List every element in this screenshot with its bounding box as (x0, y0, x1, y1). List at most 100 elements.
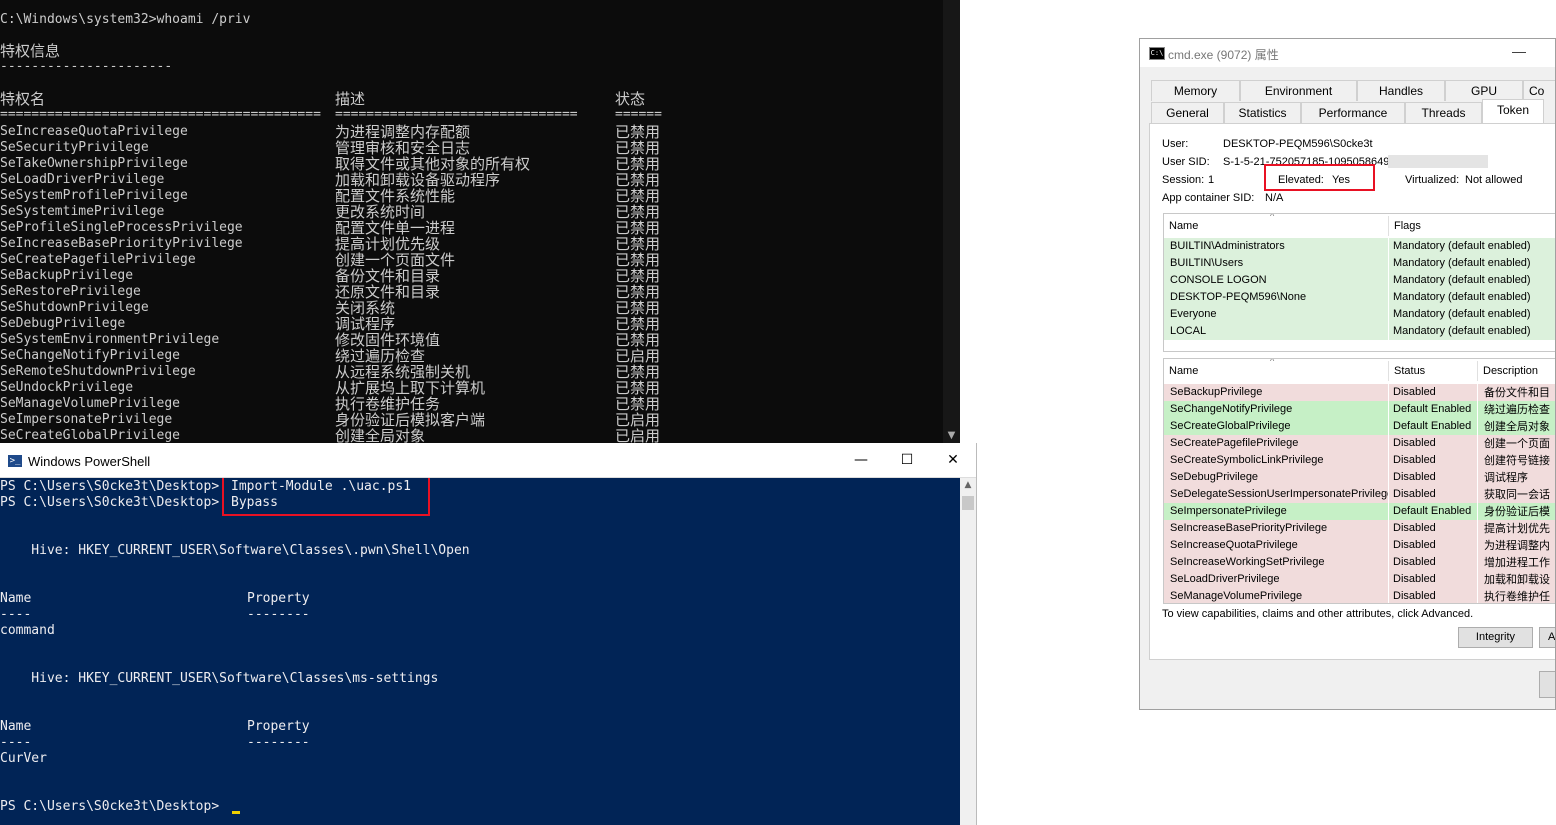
group-row[interactable]: LOCAL Mandatory (default enabled) (1164, 323, 1555, 340)
tab-memory[interactable]: Memory (1151, 80, 1240, 101)
cmd-sep-name: ========================================… (0, 107, 321, 122)
privilege-name: SeDelegateSessionUserImpersonatePrivileg… (1164, 486, 1388, 503)
cmd-command-line: C:\Windows\system32>whoami /priv (0, 12, 251, 27)
cmd-row-state: 已启用 (615, 411, 661, 429)
groups-header-flags[interactable]: Flags (1389, 216, 1555, 236)
cmd-row-state: 已禁用 (615, 315, 661, 333)
session-label: Session: (1162, 174, 1205, 186)
cmd-row-state: 已禁用 (615, 267, 661, 285)
dialog-button[interactable] (1539, 671, 1555, 698)
ps-col-property-2: Property (247, 719, 310, 734)
powershell-titlebar[interactable]: >_ Windows PowerShell — ☐ ✕ (0, 443, 976, 478)
powershell-console[interactable]: PS C:\Users\S0cke3t\Desktop> Import-Modu… (0, 478, 960, 825)
privs-header-status[interactable]: Status (1389, 361, 1478, 381)
properties-titlebar[interactable]: C:\ cmd.exe (9072) 属性 — (1140, 39, 1555, 67)
minimize-button[interactable]: — (1512, 43, 1526, 59)
scroll-down-icon[interactable]: ▼ (943, 430, 960, 441)
privilege-row[interactable]: SeImpersonatePrivilege Default Enabled 身份验… (1164, 503, 1555, 520)
group-row[interactable]: DESKTOP-PEQM596\None Mandatory (default e… (1164, 289, 1555, 306)
cmd-row-name: SeRestorePrivilege (0, 284, 141, 299)
cmd-window[interactable]: C:\Windows\system32>whoami /priv 特权信息 --… (0, 0, 960, 443)
privilege-row[interactable]: SeIncreaseBasePriorityPrivilege Disabled 提… (1164, 520, 1555, 537)
tab-environment[interactable]: Environment (1240, 80, 1357, 101)
highlight-box (222, 478, 430, 516)
group-name: BUILTIN\Users (1164, 255, 1388, 272)
cmd-row-name: SeSecurityPrivilege (0, 140, 149, 155)
group-flags: Mandatory (default enabled) (1389, 289, 1555, 306)
scroll-up-icon[interactable]: ▲ (960, 480, 976, 490)
privilege-row[interactable]: SeBackupPrivilege Disabled 备份文件和目 (1164, 384, 1555, 401)
cmd-scrollbar[interactable]: ▼ (943, 0, 960, 443)
ps-prompt-1: PS C:\Users\S0cke3t\Desktop> (0, 479, 220, 494)
cmd-sep-state: ====== (615, 107, 662, 122)
cmd-row-desc: 配置文件系统性能 (335, 187, 456, 205)
groups-list[interactable]: Name Flags ^ BUILTIN\Administrators Manda… (1163, 213, 1555, 352)
tab-general[interactable]: General (1151, 102, 1224, 123)
cmd-row-state: 已禁用 (615, 251, 661, 269)
tab-comment[interactable]: Co (1523, 80, 1555, 101)
properties-dialog[interactable]: C:\ cmd.exe (9072) 属性 — Memory Environme… (1139, 38, 1556, 710)
tab-gpu[interactable]: GPU (1445, 80, 1523, 101)
groups-header-name[interactable]: Name (1164, 216, 1389, 236)
privilege-row[interactable]: SeCreatePagefilePrivilege Disabled 创建一个页面 (1164, 435, 1555, 452)
cmd-row-desc: 取得文件或其他对象的所有权 (335, 155, 531, 173)
tab-threads[interactable]: Threads (1405, 102, 1482, 123)
group-row[interactable]: BUILTIN\Administrators Mandatory (default… (1164, 238, 1555, 255)
privilege-row[interactable]: SeCreateGlobalPrivilege Default Enabled 创建… (1164, 418, 1555, 435)
group-flags: Mandatory (default enabled) (1389, 272, 1555, 289)
properties-title: cmd.exe (9072) 属性 (1168, 48, 1279, 62)
privilege-row[interactable]: SeChangeNotifyPrivilege Default Enabled 绕过… (1164, 401, 1555, 418)
cmd-row-name: SeIncreaseQuotaPrivilege (0, 124, 188, 139)
maximize-button[interactable]: ☐ (892, 449, 922, 471)
group-name: LOCAL (1164, 323, 1388, 340)
group-row[interactable]: Everyone Mandatory (default enabled) (1164, 306, 1555, 323)
tab-handles[interactable]: Handles (1357, 80, 1445, 101)
privilege-row[interactable]: SeDelegateSessionUserImpersonatePrivileg… (1164, 486, 1555, 503)
group-row[interactable]: BUILTIN\Users Mandatory (default enabled) (1164, 255, 1555, 272)
cmd-row-name: SeUndockPrivilege (0, 380, 134, 395)
privs-header-description[interactable]: Description (1478, 361, 1555, 381)
privilege-name: SeIncreaseWorkingSetPrivilege (1164, 554, 1388, 571)
tab-statistics[interactable]: Statistics (1224, 102, 1301, 123)
powershell-window[interactable]: >_ Windows PowerShell — ☐ ✕ PS C:\Users\… (0, 443, 977, 825)
tab-performance[interactable]: Performance (1301, 102, 1405, 123)
privilege-row[interactable]: SeDebugPrivilege Disabled 调试程序 (1164, 469, 1555, 486)
text-cursor (232, 811, 240, 814)
cmd-row-desc: 从远程系统强制关机 (335, 363, 471, 381)
user-value: DESKTOP-PEQM596\S0cke3t (1223, 138, 1373, 150)
privilege-description: 获取同一会话 (1478, 486, 1555, 503)
privileges-list[interactable]: Name Status Description ^ SeBackupPrivil… (1163, 358, 1555, 604)
cmd-row-name: SeSystemEnvironmentPrivilege (0, 332, 220, 347)
privilege-row[interactable]: SeIncreaseQuotaPrivilege Disabled 为进程调整内 (1164, 537, 1555, 554)
advanced-button[interactable]: A (1539, 627, 1555, 648)
privilege-row[interactable]: SeCreateSymbolicLinkPrivilege Disabled 创建符… (1164, 452, 1555, 469)
privs-header-name[interactable]: Name (1164, 361, 1389, 381)
privilege-description: 执行卷维护任 (1478, 588, 1555, 603)
cmd-row-state: 已禁用 (615, 283, 661, 301)
group-name: Everyone (1164, 306, 1388, 323)
cmd-heading: 特权信息 (0, 42, 61, 60)
privilege-row[interactable]: SeLoadDriverPrivilege Disabled 加载和卸载设 (1164, 571, 1555, 588)
cmd-row-desc: 管理审核和安全日志 (335, 139, 471, 157)
cmd-row-desc: 关闭系统 (335, 299, 396, 317)
minimize-button[interactable]: — (846, 449, 876, 471)
group-row[interactable]: CONSOLE LOGON Mandatory (default enabled) (1164, 272, 1555, 289)
scroll-thumb[interactable] (962, 496, 974, 510)
app-container-value: N/A (1265, 192, 1284, 204)
highlight-box (1264, 164, 1375, 191)
ps-hive-1: Hive: HKEY_CURRENT_USER\Software\Classes… (0, 543, 470, 558)
close-button[interactable]: ✕ (938, 449, 968, 471)
cmd-row-name: SeCreatePagefilePrivilege (0, 252, 196, 267)
cmd-row-desc: 绕过遍历检查 (335, 347, 426, 365)
privilege-status: Disabled (1389, 520, 1477, 537)
privilege-description: 提高计划优先 (1478, 520, 1555, 537)
powershell-scrollbar[interactable]: ▲ (960, 478, 976, 825)
privilege-row[interactable]: SeIncreaseWorkingSetPrivilege Disabled 增加进… (1164, 554, 1555, 571)
privilege-row[interactable]: SeManageVolumePrivilege Disabled 执行卷维护任 (1164, 588, 1555, 603)
integrity-button[interactable]: Integrity (1458, 627, 1533, 648)
cmd-row-state: 已禁用 (615, 187, 661, 205)
powershell-icon: >_ (8, 455, 22, 467)
ps-dash-name-1: ---- (0, 607, 32, 622)
tab-token[interactable]: Token (1482, 99, 1544, 123)
cmd-heading-rule: ---------------------- (0, 59, 173, 74)
